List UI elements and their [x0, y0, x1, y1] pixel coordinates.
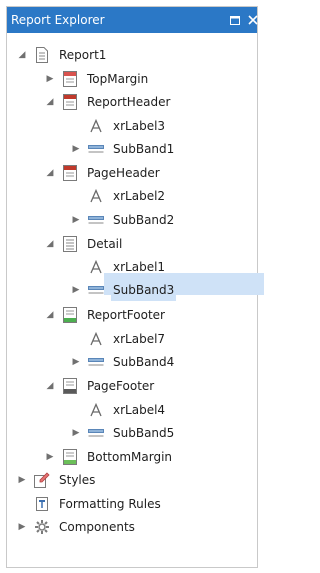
tree-node-subband3[interactable]: ▶ SubBand3	[71, 279, 177, 301]
tree-node-formatting-rules[interactable]: Formatting Rules	[17, 493, 163, 515]
label-icon	[87, 185, 105, 207]
tree-node-label: xrLabel4	[113, 403, 166, 417]
expand-arrow-icon[interactable]: ▶	[71, 138, 81, 160]
tree-node-components[interactable]: ▶ Components	[17, 516, 137, 538]
tree-node-label: Formatting Rules	[59, 497, 161, 511]
tree-node-label: Components	[59, 520, 135, 534]
formatting-rules-icon	[33, 493, 51, 515]
no-expander	[17, 493, 27, 515]
no-expander	[71, 185, 81, 207]
topmargin-band-icon	[61, 68, 79, 90]
expand-arrow-icon[interactable]: ▶	[71, 279, 81, 301]
tree-node-label: SubBand3	[111, 279, 177, 301]
restore-icon[interactable]	[227, 12, 243, 28]
report-icon	[33, 44, 51, 66]
expand-arrow-icon[interactable]: ▶	[17, 469, 27, 491]
tree-node-label: PageFooter	[87, 379, 155, 393]
label-icon	[87, 115, 105, 137]
collapse-arrow-icon[interactable]: ◢	[45, 375, 55, 397]
detail-band-icon	[61, 233, 79, 255]
tree-node-label: ReportHeader	[87, 95, 171, 109]
styles-icon	[33, 469, 51, 491]
subband-icon	[87, 279, 105, 301]
collapse-arrow-icon[interactable]: ◢	[17, 44, 27, 66]
collapse-arrow-icon[interactable]: ◢	[45, 304, 55, 326]
pagefooter-band-icon	[61, 375, 79, 397]
tree-node-topmargin[interactable]: ▶ TopMargin	[45, 68, 150, 90]
tree-node-label: TopMargin	[87, 72, 149, 86]
tree-node-subband1[interactable]: ▶ SubBand1	[71, 138, 176, 160]
tree-node-xrlabel1[interactable]: xrLabel1	[71, 256, 167, 278]
panel-title-bar: Report Explorer	[7, 7, 258, 33]
expand-arrow-icon[interactable]: ▶	[45, 68, 55, 90]
tree-node-report1[interactable]: ◢ Report1	[17, 44, 108, 66]
tree-node-xrlabel3[interactable]: xrLabel3	[71, 115, 167, 137]
tree-node-label: BottomMargin	[87, 450, 173, 464]
tree-node-label: SubBand2	[113, 213, 175, 227]
tree-node-label: Report1	[59, 48, 107, 62]
reportfooter-band-icon	[61, 304, 79, 326]
tree-node-pagefooter[interactable]: ◢ PageFooter	[45, 375, 156, 397]
bottommargin-band-icon	[61, 446, 79, 468]
tree-node-subband2[interactable]: ▶ SubBand2	[71, 209, 176, 231]
tree-node-label: Detail	[87, 237, 123, 251]
subband-icon	[87, 351, 105, 373]
label-icon	[87, 256, 105, 278]
no-expander	[71, 256, 81, 278]
no-expander	[71, 328, 81, 350]
tree-node-reportfooter[interactable]: ◢ ReportFooter	[45, 304, 167, 326]
reportheader-band-icon	[61, 91, 79, 113]
subband-icon	[87, 138, 105, 160]
report-explorer-panel: Report Explorer ◢ Report1 ▶ TopMargin ◢ Repor…	[6, 6, 264, 568]
collapse-arrow-icon[interactable]: ◢	[45, 162, 55, 184]
expand-arrow-icon[interactable]: ▶	[17, 516, 27, 538]
tree-node-xrlabel4[interactable]: xrLabel4	[71, 399, 167, 421]
tree-node-bottommargin[interactable]: ▶ BottomMargin	[45, 446, 174, 468]
tree-node-xrlabel2[interactable]: xrLabel2	[71, 185, 167, 207]
tree-node-styles[interactable]: ▶ Styles	[17, 469, 97, 491]
tree-node-subband4[interactable]: ▶ SubBand4	[71, 351, 176, 373]
expand-arrow-icon[interactable]: ▶	[71, 209, 81, 231]
tree-node-detail[interactable]: ◢ Detail	[45, 233, 124, 255]
tree-node-label: xrLabel3	[113, 119, 166, 133]
tree-node-pageheader[interactable]: ◢ PageHeader	[45, 162, 162, 184]
collapse-arrow-icon[interactable]: ◢	[45, 91, 55, 113]
collapse-arrow-icon[interactable]: ◢	[45, 233, 55, 255]
expand-arrow-icon[interactable]: ▶	[71, 351, 81, 373]
pageheader-band-icon	[61, 162, 79, 184]
tree-node-label: xrLabel7	[113, 332, 166, 346]
tree-node-subband5[interactable]: ▶ SubBand5	[71, 422, 176, 444]
tree-node-label: Styles	[59, 473, 96, 487]
label-icon	[87, 328, 105, 350]
tree-node-label: ReportFooter	[87, 308, 165, 322]
tree-node-label: SubBand5	[113, 426, 175, 440]
panel-title: Report Explorer	[11, 13, 105, 27]
tree-node-label: xrLabel1	[113, 260, 166, 274]
expand-arrow-icon[interactable]: ▶	[45, 446, 55, 468]
expand-arrow-icon[interactable]: ▶	[71, 422, 81, 444]
tree-node-label: PageHeader	[87, 166, 160, 180]
subband-icon	[87, 422, 105, 444]
no-expander	[71, 115, 81, 137]
tree-node-label: xrLabel2	[113, 189, 166, 203]
tree-node-label: SubBand1	[113, 142, 175, 156]
tree-node-reportheader[interactable]: ◢ ReportHeader	[45, 91, 172, 113]
tree-node-label: SubBand4	[113, 355, 175, 369]
tree-node-xrlabel7[interactable]: xrLabel7	[71, 328, 167, 350]
close-icon[interactable]	[245, 12, 261, 28]
components-icon	[33, 516, 51, 538]
subband-icon	[87, 209, 105, 231]
label-icon	[87, 399, 105, 421]
no-expander	[71, 399, 81, 421]
